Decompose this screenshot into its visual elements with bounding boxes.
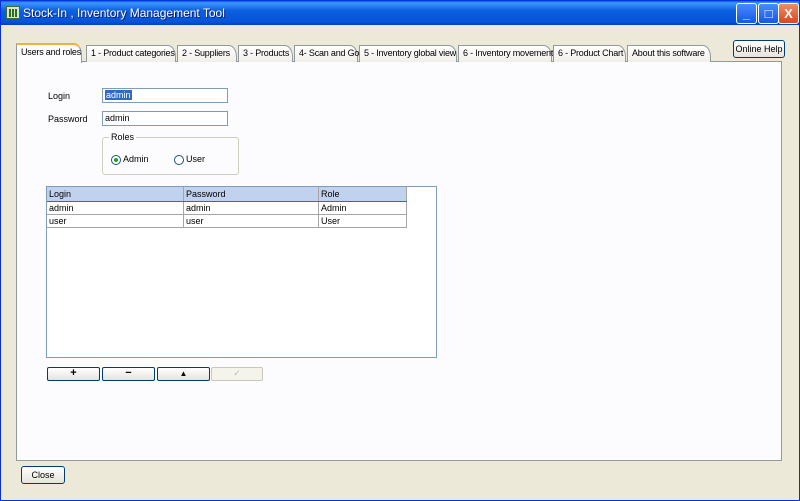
tab-product-categories[interactable]: 1 - Product categories <box>86 45 176 62</box>
role-user-radio[interactable]: User <box>174 154 205 165</box>
table-cell[interactable]: User <box>319 215 407 227</box>
role-admin-label: Admin <box>123 154 149 164</box>
table-cell[interactable]: user <box>47 215 184 227</box>
table-cell[interactable]: Admin <box>319 202 407 214</box>
window-title: Stock-In , Inventory Management Tool <box>23 6 225 20</box>
tab-about-this-software[interactable]: About this software <box>627 45 711 62</box>
roles-group-title: Roles <box>109 132 137 142</box>
column-header-login[interactable]: Login <box>47 187 184 201</box>
tab-products[interactable]: 3 - Products <box>238 45 293 62</box>
app-icon <box>6 6 20 19</box>
role-user-label: User <box>186 154 206 164</box>
column-header-role[interactable]: Role <box>319 187 407 201</box>
table-row[interactable]: user user User <box>47 215 407 228</box>
table-row[interactable]: admin admin Admin <box>47 202 407 215</box>
role-admin-radio[interactable]: Admin <box>111 154 149 165</box>
remove-user-button[interactable]: − <box>102 367 155 381</box>
tab-users-and-roles[interactable]: Users and roles <box>16 43 82 63</box>
tab-inventory-movement[interactable]: 6 - Inventory movement <box>458 45 553 62</box>
login-label: Login <box>48 91 71 101</box>
close-window-button[interactable]: X <box>778 3 799 24</box>
table-cell[interactable]: admin <box>47 202 184 214</box>
tab-inventory-global-view[interactable]: 5 - Inventory global view <box>359 45 457 62</box>
login-field[interactable]: admin <box>102 88 228 103</box>
radio-unselected-icon <box>174 154 184 165</box>
table-header: Login Password Role <box>47 187 407 202</box>
main-window: Stock-In , Inventory Management Tool _ □… <box>0 0 800 501</box>
users-table: Login Password Role admin admin Admin us… <box>46 186 437 358</box>
column-header-password[interactable]: Password <box>184 187 319 201</box>
move-up-button[interactable]: ▲ <box>157 367 210 381</box>
password-label: Password <box>48 114 88 124</box>
radio-selected-icon <box>111 154 121 165</box>
add-user-button[interactable]: + <box>47 367 100 381</box>
save-user-button[interactable]: ✓ <box>211 367 263 381</box>
roles-group: Roles Admin User <box>102 132 239 175</box>
maximize-button[interactable]: □ <box>758 3 779 24</box>
password-field[interactable]: admin <box>102 111 228 126</box>
table-cell[interactable]: user <box>184 215 319 227</box>
table-cell[interactable]: admin <box>184 202 319 214</box>
minimize-button[interactable]: _ <box>736 3 757 24</box>
title-bar[interactable]: Stock-In , Inventory Management Tool _ □… <box>1 1 799 25</box>
tab-product-chart[interactable]: 6 - Product Chart <box>553 45 626 62</box>
tab-suppliers[interactable]: 2 - Suppliers <box>177 45 237 62</box>
login-value: admin <box>105 90 132 100</box>
online-help-button[interactable]: Online Help <box>733 40 785 58</box>
tab-scan-and-go[interactable]: 4- Scan and Go <box>294 45 359 62</box>
close-button[interactable]: Close <box>21 466 65 484</box>
